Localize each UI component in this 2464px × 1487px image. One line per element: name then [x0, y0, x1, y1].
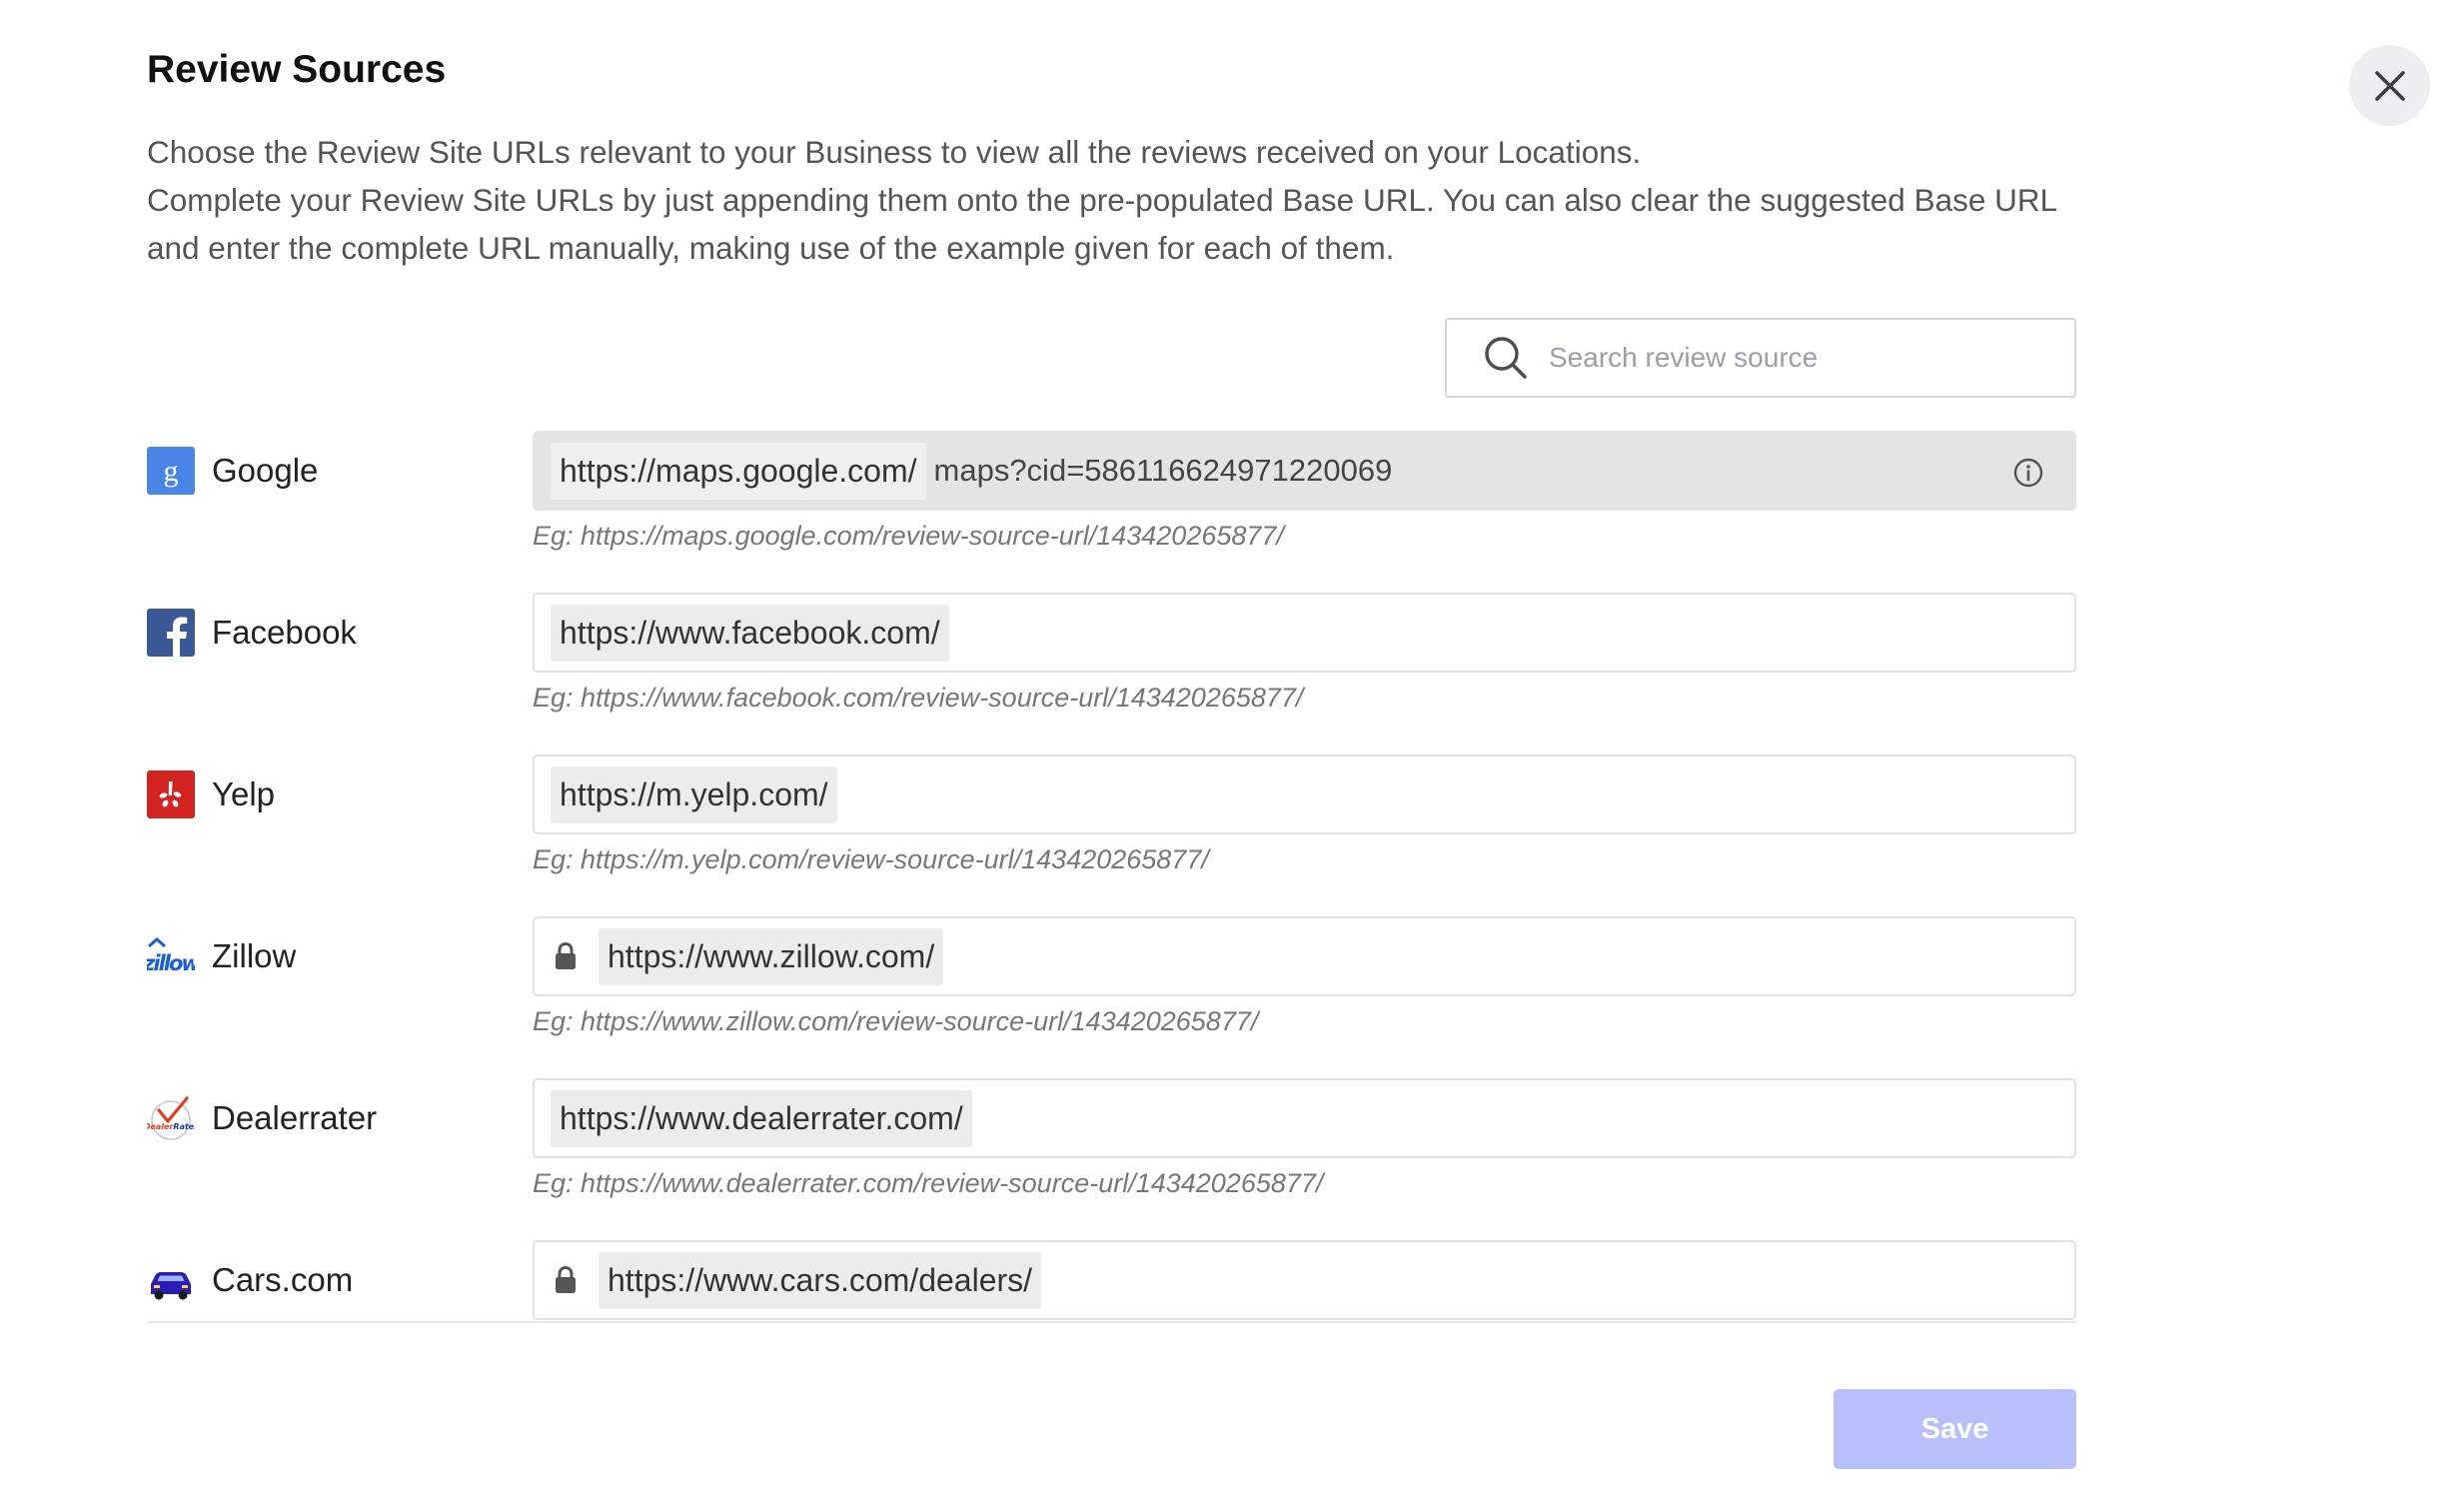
dealerrater-logo-text: DealerRater: [147, 1122, 195, 1131]
base-url-chip: https://www.dealerrater.com/: [551, 1089, 972, 1147]
source-row-zillow: zillow Zillow https://www.zillow.com/ Eg…: [147, 916, 2076, 1036]
base-url-chip: https://maps.google.com/: [551, 442, 926, 500]
source-row-cars: Cars.com https://www.cars.com/dealers/: [147, 1240, 2076, 1320]
yelp-url-field[interactable]: https://m.yelp.com/: [533, 754, 2076, 834]
close-icon: [2374, 70, 2405, 101]
bottom-divider: [147, 1321, 2076, 1323]
cars-url-field[interactable]: https://www.cars.com/dealers/: [533, 1240, 2076, 1320]
source-label-facebook: Facebook: [147, 593, 357, 673]
source-row-yelp: Yelp https://m.yelp.com/ Eg: https://m.y…: [147, 754, 2076, 874]
base-url-chip: https://www.facebook.com/: [551, 604, 949, 662]
url-example: Eg: https://m.yelp.com/review-source-url…: [533, 844, 1209, 874]
info-icon[interactable]: [2012, 457, 2044, 489]
source-row-facebook: Facebook https://www.facebook.com/ Eg: h…: [147, 593, 2076, 713]
source-row-dealerrater: DealerRater Dealerrater https://www.deal…: [147, 1078, 2076, 1198]
url-example: Eg: https://www.zillow.com/review-source…: [533, 1006, 1259, 1036]
source-name: Zillow: [212, 937, 297, 974]
lock-icon: [556, 1265, 576, 1293]
facebook-icon: [147, 609, 195, 657]
search-input[interactable]: [1547, 341, 2070, 375]
source-label-google: g Google: [147, 431, 318, 511]
dealerrater-url-field[interactable]: https://www.dealerrater.com/: [533, 1078, 2076, 1158]
svg-text:g: g: [164, 455, 179, 488]
save-button[interactable]: Save: [1834, 1389, 2076, 1469]
search-icon: [1485, 337, 1527, 379]
base-url-chip: https://m.yelp.com/: [551, 765, 837, 823]
page-title: Review Sources: [147, 48, 447, 91]
yelp-icon: [147, 770, 195, 818]
source-name: Yelp: [212, 775, 276, 812]
car-icon: [147, 1256, 195, 1304]
source-name: Facebook: [212, 614, 357, 651]
search-box[interactable]: [1445, 318, 2076, 398]
source-label-cars: Cars.com: [147, 1240, 353, 1320]
source-name: Google: [212, 452, 319, 489]
url-example: Eg: https://www.facebook.com/review-sour…: [533, 683, 1304, 713]
base-url-chip: https://www.zillow.com/: [599, 927, 944, 985]
zillow-url-field[interactable]: https://www.zillow.com/: [533, 916, 2076, 996]
facebook-url-field[interactable]: https://www.facebook.com/: [533, 593, 2076, 673]
url-input-value[interactable]: maps?cid=586116624971220069: [934, 453, 1393, 489]
zillow-icon: zillow: [147, 932, 195, 980]
dealerrater-icon: DealerRater: [147, 1094, 195, 1142]
source-name: Dealerrater: [212, 1099, 378, 1136]
url-example: Eg: https://www.dealerrater.com/review-s…: [533, 1168, 1324, 1198]
source-row-google: g Google https://maps.google.com/ maps?c…: [147, 431, 2076, 551]
svg-text:zillow: zillow: [147, 951, 195, 975]
description-line-1: Choose the Review Site URLs relevant to …: [147, 134, 1642, 170]
source-name: Cars.com: [212, 1261, 354, 1298]
description-line-2: Complete your Review Site URLs by just a…: [147, 182, 2056, 266]
source-label-yelp: Yelp: [147, 754, 275, 834]
lock-icon: [556, 941, 576, 969]
page-description: Choose the Review Site URLs relevant to …: [147, 128, 2085, 272]
close-button[interactable]: [2349, 45, 2430, 126]
google-icon: g: [147, 447, 195, 495]
url-example: Eg: https://maps.google.com/review-sourc…: [533, 521, 1284, 551]
google-url-field[interactable]: https://maps.google.com/ maps?cid=586116…: [533, 431, 2076, 511]
base-url-chip: https://www.cars.com/dealers/: [599, 1251, 1042, 1309]
source-label-zillow: zillow Zillow: [147, 916, 296, 996]
source-label-dealerrater: DealerRater Dealerrater: [147, 1078, 377, 1158]
